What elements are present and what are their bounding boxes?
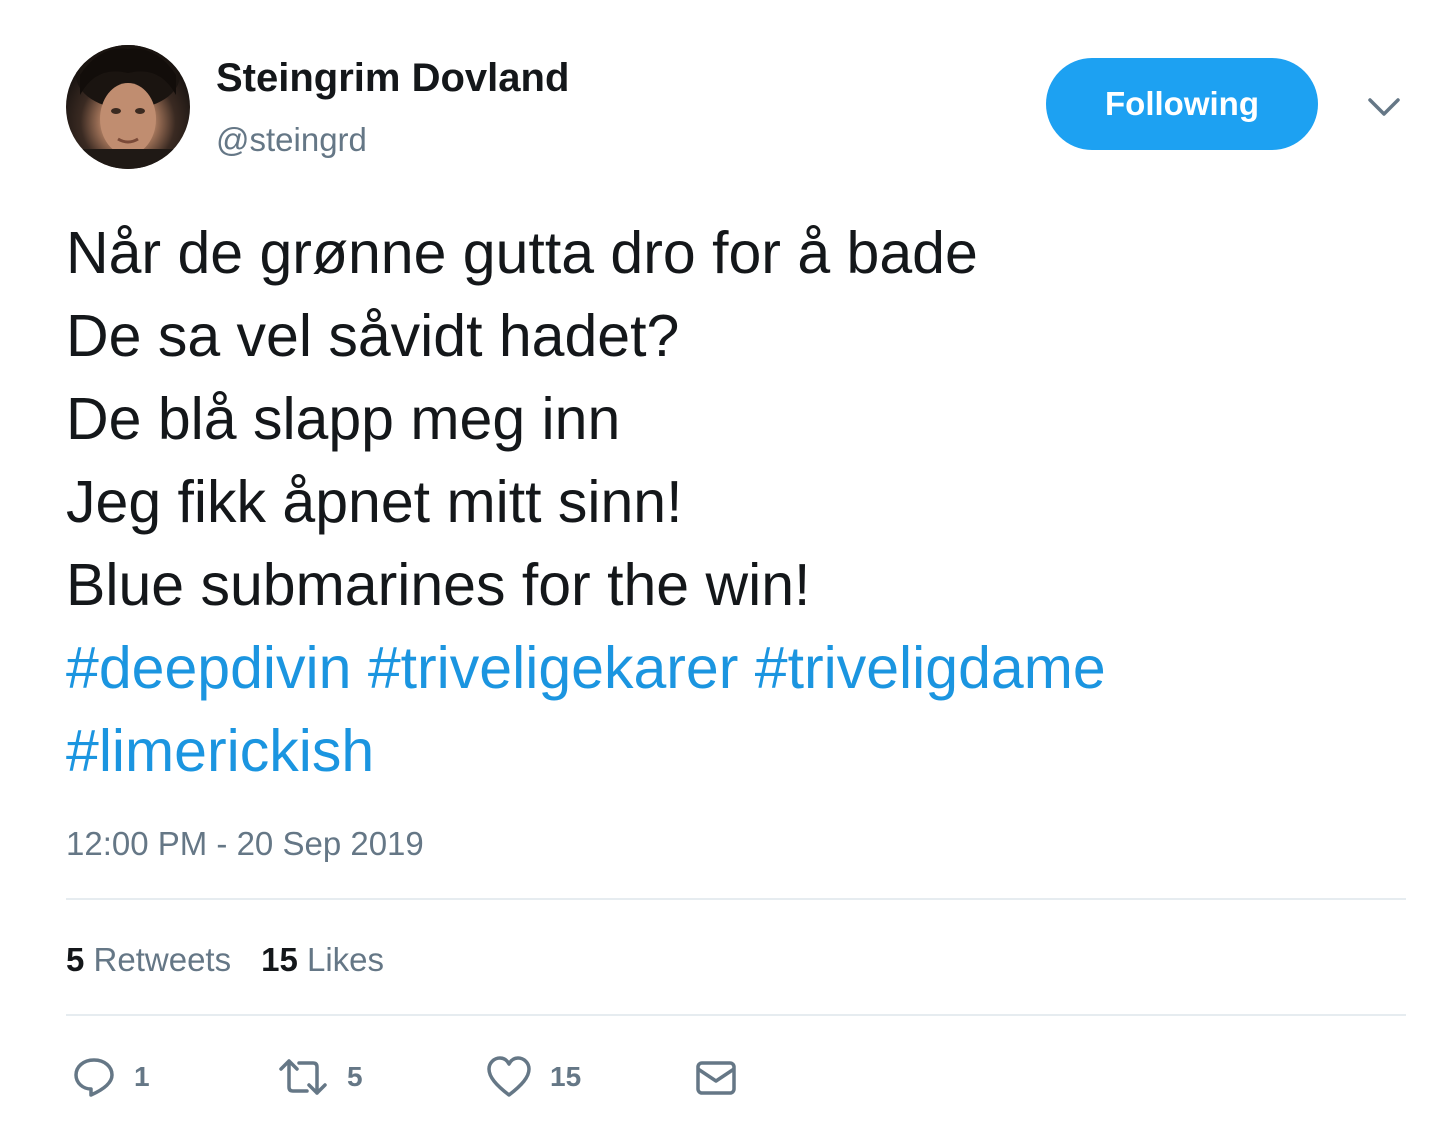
reply-button[interactable]: 1 <box>72 1054 150 1100</box>
hashtag-list: #deepdivin #triveligekarer #triveligdame… <box>66 627 1386 793</box>
hashtag-link[interactable]: #limerickish <box>66 718 374 784</box>
tweet-line: Blue submarines for the win! <box>66 552 811 618</box>
tweet-stats: 5 Retweets 15 Likes <box>66 938 414 982</box>
tweet-line: Når de grønne gutta dro for å bade <box>66 220 978 286</box>
hashtag-link[interactable]: #triveligekarer <box>368 635 739 701</box>
tweet-line: Jeg fikk åpnet mitt sinn! <box>66 469 683 535</box>
avatar[interactable] <box>66 45 190 169</box>
hashtag-link[interactable]: #deepdivin <box>66 635 351 701</box>
likes-count: 15 <box>261 941 298 978</box>
likes-label: Likes <box>306 941 385 978</box>
tweet-line: De sa vel såvidt hadet? <box>66 303 680 369</box>
retweets-count: 5 <box>66 941 85 978</box>
hashtag-link[interactable]: #triveligdame <box>755 635 1106 701</box>
heart-icon <box>487 1056 531 1097</box>
reply-count: 1 <box>134 1061 150 1092</box>
divider <box>66 898 1406 900</box>
direct-message-button[interactable] <box>694 1054 738 1100</box>
likes-stat[interactable]: 15 Likes <box>261 938 384 982</box>
avatar-portrait <box>66 45 190 169</box>
like-button[interactable]: 15 <box>486 1054 581 1100</box>
retweet-count: 5 <box>347 1061 363 1092</box>
divider <box>66 1014 1406 1016</box>
following-button[interactable]: Following <box>1046 58 1318 150</box>
retweet-icon <box>279 1059 327 1095</box>
envelope-icon <box>696 1061 736 1095</box>
like-count: 15 <box>550 1061 582 1092</box>
author-handle[interactable]: @steingrd <box>216 118 367 162</box>
chevron-down-icon[interactable] <box>1366 92 1402 122</box>
retweet-button[interactable]: 5 <box>277 1054 363 1100</box>
retweets-label: Retweets <box>93 941 232 978</box>
tweet-timestamp[interactable]: 12:00 PM - 20 Sep 2019 <box>66 822 424 866</box>
tweet-text: Når de grønne gutta dro for å bade De sa… <box>66 212 1386 793</box>
reply-icon <box>74 1058 114 1097</box>
retweets-stat[interactable]: 5 Retweets <box>66 938 231 982</box>
author-name[interactable]: Steingrim Dovland <box>216 52 569 104</box>
tweet-line: De blå slapp meg inn <box>66 386 621 452</box>
